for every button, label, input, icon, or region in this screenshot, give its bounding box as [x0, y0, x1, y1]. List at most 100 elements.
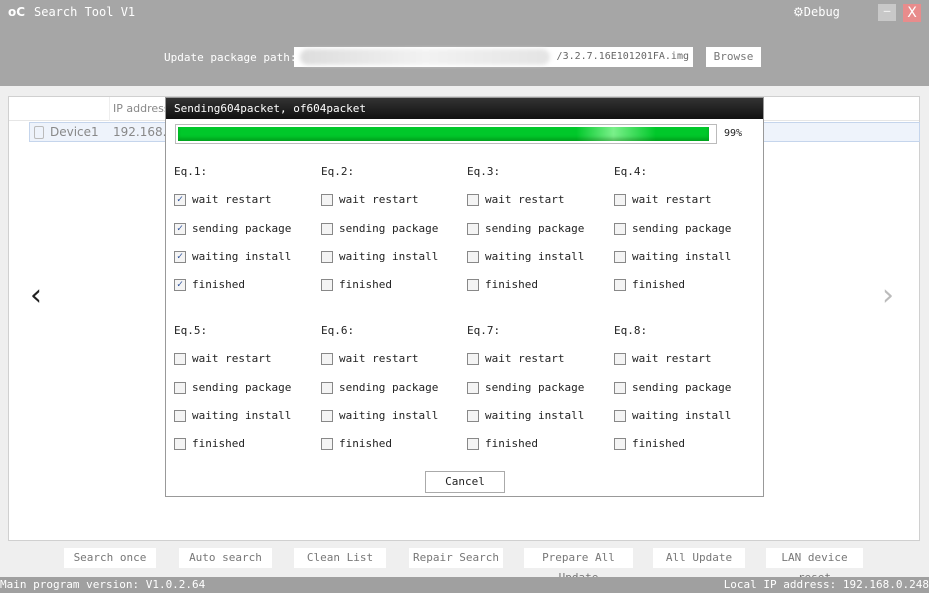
step-checkbox-row[interactable]: wait restart: [467, 352, 564, 365]
checkbox[interactable]: [614, 194, 626, 206]
column-ip-address[interactable]: IP address: [109, 97, 170, 121]
version-text: Main program version: V1.0.2.64: [0, 578, 206, 591]
checkbox[interactable]: [321, 279, 333, 291]
action-button[interactable]: All Update: [653, 548, 745, 568]
action-button[interactable]: Repair Search: [409, 548, 503, 568]
checkbox[interactable]: [321, 410, 333, 422]
step-checkbox-row[interactable]: sending package: [467, 381, 584, 394]
checkbox[interactable]: [467, 353, 479, 365]
step-checkbox-row[interactable]: finished: [467, 437, 538, 450]
checkbox[interactable]: [321, 194, 333, 206]
step-checkbox-row[interactable]: finished: [614, 437, 685, 450]
checkbox[interactable]: [614, 353, 626, 365]
status-bar: Main program version: V1.0.2.64 Local IP…: [0, 577, 929, 593]
step-checkbox-row[interactable]: ✓ sending package: [174, 222, 291, 235]
step-checkbox-row[interactable]: finished: [614, 278, 685, 291]
checkbox[interactable]: [467, 279, 479, 291]
checkbox[interactable]: [614, 410, 626, 422]
checkbox[interactable]: ✓: [174, 279, 186, 291]
step-checkbox-row[interactable]: ✓ waiting install: [174, 250, 291, 263]
checkbox[interactable]: [321, 382, 333, 394]
action-button[interactable]: Prepare All Update: [524, 548, 633, 584]
step-checkbox-row[interactable]: sending package: [321, 381, 438, 394]
checkbox[interactable]: [614, 279, 626, 291]
blurred-path: [300, 49, 550, 65]
step-checkbox-row[interactable]: finished: [321, 278, 392, 291]
device-icon: [34, 126, 44, 139]
checkbox[interactable]: [467, 382, 479, 394]
step-checkbox-row[interactable]: waiting install: [321, 250, 438, 263]
step-checkbox-row[interactable]: finished: [321, 437, 392, 450]
progress-percent: 99%: [724, 128, 743, 139]
step-checkbox-row[interactable]: wait restart: [174, 352, 271, 365]
step-checkbox-row[interactable]: waiting install: [174, 409, 291, 422]
close-button[interactable]: X: [903, 4, 921, 22]
eq-label: Eq.6:: [321, 324, 355, 337]
checkbox[interactable]: [614, 438, 626, 450]
checkbox[interactable]: [467, 223, 479, 235]
eq-label: Eq.3:: [467, 165, 501, 178]
checkbox[interactable]: [467, 194, 479, 206]
debug-button[interactable]: ⚙Debug: [793, 5, 840, 19]
step-checkbox-row[interactable]: ✓ wait restart: [174, 193, 271, 206]
action-button[interactable]: Clean List: [294, 548, 386, 568]
checkbox[interactable]: [321, 223, 333, 235]
checkbox[interactable]: [467, 410, 479, 422]
action-button[interactable]: LAN device reset: [766, 548, 863, 584]
step-checkbox-row[interactable]: waiting install: [467, 409, 584, 422]
path-label: Update package path:: [164, 51, 297, 64]
checkbox[interactable]: [614, 382, 626, 394]
step-checkbox-row[interactable]: wait restart: [321, 193, 418, 206]
app-logo-icon: oC: [8, 5, 26, 19]
step-checkbox-row[interactable]: waiting install: [467, 250, 584, 263]
action-button[interactable]: Auto search: [179, 548, 272, 568]
header-bar: [0, 0, 929, 86]
dialog-title: Sending604packet, of604packet: [166, 98, 763, 119]
checkbox[interactable]: [174, 382, 186, 394]
step-checkbox-row[interactable]: wait restart: [321, 352, 418, 365]
step-checkbox-row[interactable]: sending package: [467, 222, 584, 235]
step-checkbox-row[interactable]: wait restart: [467, 193, 564, 206]
checkbox[interactable]: [321, 251, 333, 263]
step-checkbox-row[interactable]: finished: [174, 437, 245, 450]
step-checkbox-row[interactable]: waiting install: [321, 409, 438, 422]
step-checkbox-row[interactable]: ✓ finished: [174, 278, 245, 291]
checkbox[interactable]: ✓: [174, 223, 186, 235]
checkbox[interactable]: [467, 438, 479, 450]
checkbox[interactable]: [614, 251, 626, 263]
checkbox[interactable]: [321, 438, 333, 450]
browse-button[interactable]: Browse: [706, 47, 761, 67]
step-checkbox-row[interactable]: wait restart: [614, 193, 711, 206]
progress-bar: [175, 124, 717, 144]
next-arrow-icon[interactable]: ›: [882, 278, 894, 313]
eq-label: Eq.8:: [614, 324, 648, 337]
checkbox[interactable]: [467, 251, 479, 263]
checkbox[interactable]: [614, 223, 626, 235]
path-input[interactable]: /3.2.7.16E101201FA.img: [294, 47, 693, 67]
checkbox[interactable]: ✓: [174, 251, 186, 263]
eq-label: Eq.7:: [467, 324, 501, 337]
checkbox[interactable]: [174, 410, 186, 422]
step-checkbox-row[interactable]: sending package: [321, 222, 438, 235]
step-checkbox-row[interactable]: finished: [467, 278, 538, 291]
checkbox[interactable]: ✓: [174, 194, 186, 206]
step-checkbox-row[interactable]: sending package: [174, 381, 291, 394]
local-ip-text: Local IP address: 192.168.0.248: [723, 578, 929, 591]
step-checkbox-row[interactable]: wait restart: [614, 352, 711, 365]
step-checkbox-row[interactable]: waiting install: [614, 250, 731, 263]
eq-label: Eq.5:: [174, 324, 208, 337]
checkbox[interactable]: [174, 438, 186, 450]
step-checkbox-row[interactable]: sending package: [614, 381, 731, 394]
step-checkbox-row[interactable]: waiting install: [614, 409, 731, 422]
checkbox[interactable]: [321, 353, 333, 365]
eq-label: Eq.1:: [174, 165, 208, 178]
action-button[interactable]: Search once: [64, 548, 156, 568]
step-checkbox-row[interactable]: sending package: [614, 222, 731, 235]
prev-arrow-icon[interactable]: ‹: [30, 278, 42, 313]
eq-label: Eq.4:: [614, 165, 648, 178]
cancel-button[interactable]: Cancel: [425, 471, 505, 493]
checkbox[interactable]: [174, 353, 186, 365]
gear-icon: ⚙: [793, 5, 804, 19]
minimize-button[interactable]: —: [878, 4, 896, 21]
update-progress-dialog: Sending604packet, of604packet 99% Eq.1: ✓…: [165, 97, 764, 497]
